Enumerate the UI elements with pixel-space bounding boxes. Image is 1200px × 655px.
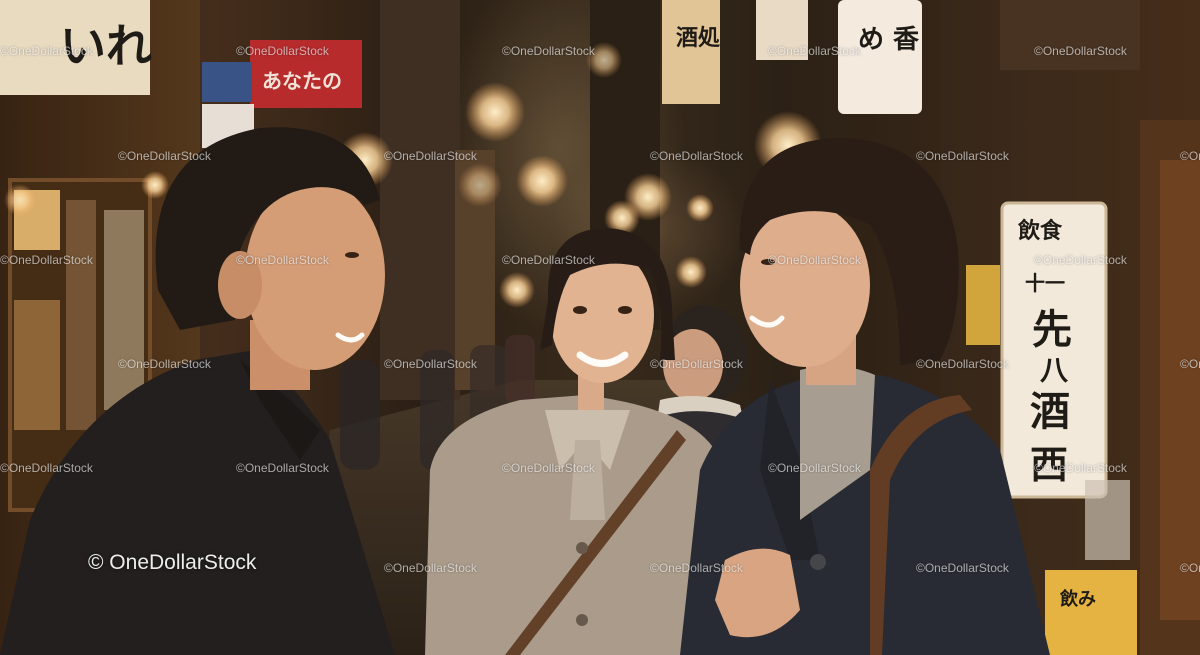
watermark: ©OneDollarStock: [236, 461, 329, 475]
watermark: ©OneDollarStock: [118, 357, 211, 371]
watermark: ©OneDollarStock: [384, 357, 477, 371]
watermark: ©OneDollarStock: [916, 561, 1009, 575]
watermark: ©OneDollarStock: [1180, 357, 1200, 371]
watermark: ©OneDollarStock: [650, 357, 743, 371]
watermark: ©OneDollarStock: [384, 561, 477, 575]
photo-scene: いれ あなたの 酒処 め 香 飲食 十一 先 八 酒 西 飲み ©OneDoll…: [0, 0, 1200, 655]
watermark: ©OneDollarStock: [0, 253, 93, 267]
watermark: ©OneDollarStock: [236, 253, 329, 267]
watermark: ©OneDollarStock: [384, 149, 477, 163]
watermark: ©OneDollarStock: [916, 149, 1009, 163]
watermark-large: © OneDollarStock: [88, 551, 257, 574]
watermark: ©OneDollarStock: [236, 44, 329, 58]
watermark: ©OneDollarStock: [502, 253, 595, 267]
watermark: ©OneDollarStock: [768, 44, 861, 58]
watermark: ©OneDollarStock: [0, 461, 93, 475]
watermark: ©OneDollarStock: [1180, 149, 1200, 163]
watermark: ©OneDollarStock: [650, 149, 743, 163]
watermark: ©OneDollarStock: [502, 44, 595, 58]
watermark: ©OneDollarStock: [768, 461, 861, 475]
watermark: ©OneDollarStock: [650, 561, 743, 575]
watermark: ©OneDollarStock: [1180, 561, 1200, 575]
watermark: ©OneDollarStock: [1034, 44, 1127, 58]
watermark: ©OneDollarStock: [768, 253, 861, 267]
watermark: ©OneDollarStock: [118, 149, 211, 163]
watermark: ©OneDollarStock: [1034, 461, 1127, 475]
watermark: ©OneDollarStock: [502, 461, 595, 475]
watermark: ©OneDollarStock: [1034, 253, 1127, 267]
watermark: ©OneDollarStock: [916, 357, 1009, 371]
watermark: ©OneDollarStock: [0, 44, 93, 58]
